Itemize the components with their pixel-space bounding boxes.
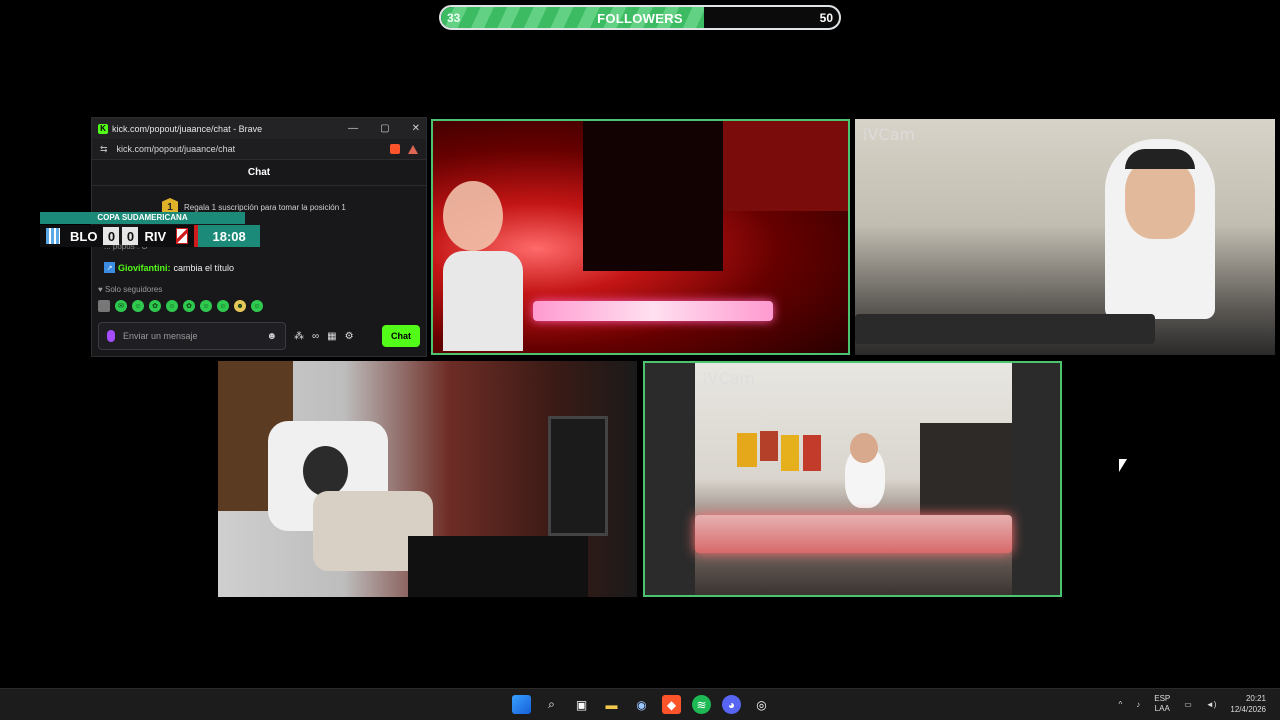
chat-username[interactable]: Giovifantini: xyxy=(118,263,171,273)
tray-clock[interactable]: 20:21 12/4/2026 xyxy=(1230,693,1266,715)
match-clock: 18:08 xyxy=(194,225,261,247)
chevron-up-icon[interactable]: ^ xyxy=(1118,700,1122,709)
webcam-feed-4: iVCam xyxy=(643,361,1062,597)
competition-name: COPA SUDAMERICANA xyxy=(40,212,245,224)
followers-only-indicator: ♥ Solo seguidores xyxy=(98,285,162,294)
away-crest-icon xyxy=(176,228,189,244)
emote-icon[interactable]: ☻ xyxy=(234,300,246,312)
steam-icon[interactable]: ◉ xyxy=(632,695,651,714)
match-scoreboard: COPA SUDAMERICANA BLO 0 0 RIV 18:08 xyxy=(40,212,308,248)
network-icon[interactable]: ▭ xyxy=(1184,700,1192,709)
chat-message-input[interactable]: Enviar un mensaje ☻ xyxy=(98,322,286,350)
windows-start-icon[interactable] xyxy=(512,695,531,714)
window-titlebar: K kick.com/popout/juaance/chat - Brave —… xyxy=(92,118,426,139)
webcam-feed-3 xyxy=(218,361,637,597)
emote-icon[interactable]: ☺ xyxy=(132,300,144,312)
followers-title: FOLLOWERS xyxy=(597,11,683,26)
brave-shields-icon[interactable] xyxy=(390,144,400,154)
system-tray: ^ ♪ ESP LAA ▭ ◄) 20:21 12/4/2026 xyxy=(1118,693,1266,715)
emoji-picker-icon[interactable]: ☻ xyxy=(266,331,277,342)
file-explorer-icon[interactable]: ▬ xyxy=(602,695,621,714)
site-settings-icon[interactable]: ⇆ xyxy=(100,144,108,155)
mic-icon[interactable] xyxy=(107,330,115,342)
address-bar[interactable]: ⇆ kick.com/popout/juaance/chat xyxy=(92,139,426,160)
brave-browser-icon[interactable]: ◆ xyxy=(662,695,681,714)
webcam-feed-1 xyxy=(431,119,850,355)
cam-watermark: iVCam xyxy=(863,125,915,144)
gift-text: Regala 1 suscripción para tomar la posic… xyxy=(184,202,346,212)
infinity-icon[interactable]: ∞ xyxy=(312,331,319,342)
emote-icon[interactable]: ☺ xyxy=(251,300,263,312)
task-view-icon[interactable]: ▣ xyxy=(572,695,591,714)
home-team-name: BLO xyxy=(70,228,98,244)
minimize-icon[interactable]: — xyxy=(348,123,358,134)
windows-taskbar: ⌕ ▣ ▬ ◉ ◆ ≋ ◕ ◎ ^ ♪ ESP LAA ▭ ◄) 20:21 1… xyxy=(0,688,1280,720)
away-team: RIV xyxy=(138,225,195,247)
kick-logo-icon: K xyxy=(98,123,108,134)
address-url[interactable]: kick.com/popout/juaance/chat xyxy=(117,144,236,154)
chat-input-placeholder[interactable]: Enviar un mensaje xyxy=(123,331,198,341)
home-crest-icon xyxy=(46,228,60,244)
heart-icon: ♥ xyxy=(98,285,103,294)
chat-input-row: Enviar un mensaje ☻ ⁂ ∞ ▦ ⚙ Chat xyxy=(98,322,420,350)
microphone-icon[interactable]: ♪ xyxy=(1136,700,1140,709)
emote-icon[interactable]: ☺ xyxy=(217,300,229,312)
cam-watermark: iVCam xyxy=(703,369,755,388)
keyboard-layout: LAA xyxy=(1154,704,1170,713)
webcam-feed-2: iVCam xyxy=(855,119,1275,355)
emote-icon[interactable]: ✉ xyxy=(115,300,127,312)
emote-icon[interactable]: ✿ xyxy=(149,300,161,312)
emote-icon[interactable]: ☺ xyxy=(200,300,212,312)
store-icon[interactable]: ▦ xyxy=(327,331,336,342)
maximize-icon[interactable]: ▢ xyxy=(380,123,389,134)
user-badge-icon: ↗ xyxy=(104,262,115,273)
followers-goal-bar: 33 FOLLOWERS 50 xyxy=(439,5,841,30)
away-team-name: RIV xyxy=(144,228,167,244)
language-indicator[interactable]: ESP LAA xyxy=(1154,694,1170,714)
home-team: BLO xyxy=(40,225,104,247)
tray-date: 12/4/2026 xyxy=(1230,705,1266,714)
away-score: 0 xyxy=(122,227,139,245)
window-title: kick.com/popout/juaance/chat - Brave xyxy=(112,123,263,134)
language-code: ESP xyxy=(1154,694,1171,703)
points-icon[interactable]: ⁂ xyxy=(294,331,304,342)
emote-icon[interactable] xyxy=(98,300,110,312)
volume-icon[interactable]: ◄) xyxy=(1206,700,1217,709)
close-icon[interactable]: ✕ xyxy=(412,123,420,134)
mouse-cursor-icon xyxy=(1119,459,1127,472)
chat-message-text: cambia el título xyxy=(173,262,235,273)
obs-icon[interactable]: ◎ xyxy=(752,695,771,714)
chat-message: ↗ Giovifantini: cambia el título xyxy=(104,262,234,273)
followers-goal: 50 xyxy=(819,11,833,25)
tray-time: 20:21 xyxy=(1245,694,1266,703)
emote-bar: ✉ ☺ ✿ ☺ ✿ ☺ ☺ ☻ ☺ xyxy=(98,300,263,312)
emote-icon[interactable]: ☺ xyxy=(166,300,178,312)
home-score: 0 xyxy=(103,227,120,245)
settings-gear-icon[interactable]: ⚙ xyxy=(345,331,354,342)
discord-icon[interactable]: ◕ xyxy=(722,695,741,714)
spotify-icon[interactable]: ≋ xyxy=(692,695,711,714)
search-icon[interactable]: ⌕ xyxy=(542,695,561,714)
webcam-feed-4-image: iVCam xyxy=(695,363,1012,595)
brave-rewards-icon[interactable] xyxy=(408,144,418,154)
send-chat-button[interactable]: Chat xyxy=(382,325,420,347)
chat-header: Chat xyxy=(92,160,426,186)
emote-icon[interactable]: ✿ xyxy=(183,300,195,312)
followers-only-label: Solo seguidores xyxy=(104,285,163,294)
